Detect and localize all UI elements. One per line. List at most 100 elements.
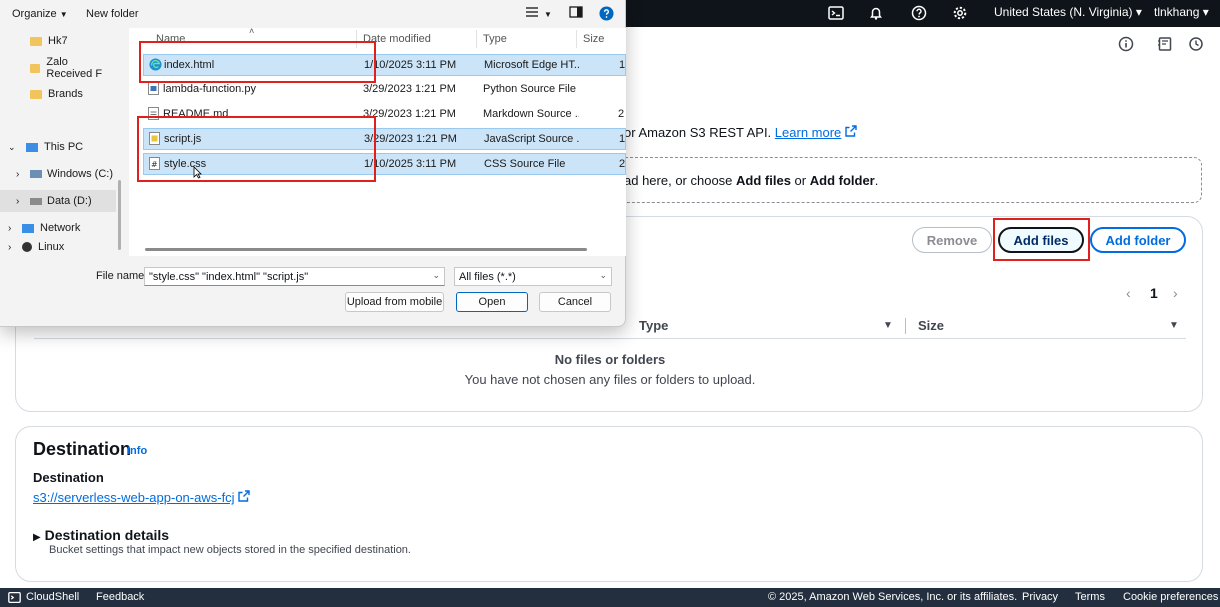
add-folder-button[interactable]: Add folder — [1090, 227, 1186, 253]
page-number[interactable]: 1 — [1150, 285, 1158, 301]
cancel-button[interactable]: Cancel — [539, 292, 611, 312]
file-row-style-css[interactable]: # style.css 1/10/2025 3:11 PM CSS Source… — [143, 153, 626, 175]
drop-zone-text: ad here, or choose Add files or Add fold… — [624, 173, 879, 188]
file-type-filter[interactable]: All files (*.*) ⌄ — [454, 267, 612, 286]
copyright-text: © 2025, Amazon Web Services, Inc. or its… — [768, 591, 1018, 603]
upload-from-mobile-button[interactable]: Upload from mobile — [345, 292, 444, 312]
footer: CloudShell Feedback © 2025, Amazon Web S… — [0, 588, 1220, 607]
info-link[interactable]: Info — [127, 445, 147, 457]
remove-button[interactable]: Remove — [912, 227, 992, 253]
preview-pane-icon[interactable] — [569, 6, 583, 21]
cloudshell-icon[interactable] — [826, 3, 846, 23]
pc-icon — [26, 142, 38, 152]
column-divider — [476, 30, 477, 48]
dialog-toolbar: Organize ▼ New folder ▼ — [0, 0, 626, 28]
nav-item-linux[interactable]: › Linux — [0, 240, 116, 254]
file-name-label: File name: — [96, 270, 148, 282]
sort-caret-icon[interactable]: ▼ — [1169, 320, 1179, 331]
nav-item-network[interactable]: › Network — [0, 217, 116, 239]
folder-icon — [30, 89, 42, 99]
column-header-date[interactable]: Date modified — [363, 33, 431, 45]
column-header-size[interactable]: Size — [918, 318, 944, 333]
chevron-down-icon: ▾ — [1202, 5, 1209, 19]
network-icon — [22, 223, 34, 233]
new-folder-button[interactable]: New folder — [86, 8, 139, 20]
file-row-lambda-function[interactable]: lambda-function.py 3/29/2023 1:21 PM Pyt… — [143, 79, 626, 101]
caret-right-icon: ▶ — [33, 532, 41, 543]
chevron-right-icon: › — [16, 195, 20, 207]
open-button[interactable]: Open — [456, 292, 528, 312]
file-list-pane: Name ˄ Date modified Type Size index.htm… — [129, 26, 626, 256]
chevron-down-icon: ▼ — [59, 10, 68, 19]
nav-item-zalo-received[interactable]: Zalo Received F — [0, 56, 116, 80]
external-link-icon — [238, 490, 250, 505]
column-header-type[interactable]: Type — [639, 318, 668, 333]
sort-up-icon: ˄ — [249, 26, 255, 36]
next-page-icon[interactable]: › — [1173, 285, 1178, 301]
cloudshell-footer-icon[interactable] — [8, 591, 21, 607]
cookie-preferences-link[interactable]: Cookie preferences — [1123, 591, 1218, 603]
nav-item-this-pc[interactable]: ⌄ This PC — [0, 136, 116, 158]
chevron-right-icon: › — [8, 222, 12, 234]
table-divider — [34, 338, 1186, 339]
column-header-size[interactable]: Size — [583, 33, 604, 45]
clock-icon[interactable] — [1188, 36, 1206, 54]
destination-heading: Destination — [33, 439, 132, 459]
region-selector[interactable]: United States (N. Virginia) ▾ — [994, 5, 1142, 19]
help-icon[interactable] — [909, 3, 929, 23]
feedback-link[interactable]: Feedback — [96, 591, 144, 603]
mouse-cursor-icon — [193, 166, 202, 182]
folder-icon — [30, 63, 41, 73]
chevron-down-icon[interactable]: ⌄ — [432, 270, 440, 281]
edge-icon — [149, 58, 162, 72]
bell-icon[interactable] — [866, 3, 886, 23]
cloudshell-link[interactable]: CloudShell — [26, 591, 79, 603]
file-row-script-js[interactable]: script.js 3/29/2023 1:21 PM JavaScript S… — [143, 128, 626, 150]
terms-link[interactable]: Terms — [1075, 591, 1105, 603]
destination-details-toggle[interactable]: ▶ Destination details — [33, 527, 169, 543]
bucket-link[interactable]: s3://serverless-web-app-on-aws-fcj — [33, 490, 250, 505]
help-icon[interactable] — [599, 6, 614, 24]
file-name-input[interactable]: "style.css" "index.html" "script.js" ⌄ — [144, 267, 445, 286]
folder-icon — [30, 36, 42, 46]
privacy-link[interactable]: Privacy — [1022, 591, 1058, 603]
drive-icon — [30, 197, 42, 205]
column-header-name[interactable]: Name — [156, 33, 185, 45]
nav-scrollbar[interactable] — [118, 180, 121, 250]
notes-icon[interactable] — [1157, 36, 1175, 54]
empty-state-subtitle: You have not chosen any files or folders… — [464, 372, 756, 387]
linux-icon — [22, 242, 32, 252]
column-divider — [905, 318, 906, 334]
nav-item-hk7[interactable]: Hk7 — [0, 30, 116, 52]
destination-details-description: Bucket settings that impact new objects … — [49, 544, 411, 556]
navigation-pane: Hk7 Zalo Received F Brands ⌄ This PC › Win… — [0, 28, 128, 256]
python-file-icon — [148, 82, 161, 96]
svg-text:#: # — [151, 160, 158, 169]
view-list-icon[interactable] — [525, 6, 539, 21]
js-file-icon — [149, 132, 162, 146]
destination-label: Destination — [33, 470, 104, 485]
nav-item-brands[interactable]: Brands — [0, 83, 116, 105]
nav-item-data-d[interactable]: › Data (D:) — [0, 190, 116, 212]
prev-page-icon[interactable]: ‹ — [1126, 285, 1131, 301]
nav-item-windows-c[interactable]: › Windows (C:) — [0, 163, 116, 185]
horizontal-scrollbar[interactable] — [145, 248, 587, 251]
account-menu[interactable]: tlnkhang ▾ — [1154, 5, 1209, 19]
column-divider — [356, 30, 357, 48]
add-files-button[interactable]: Add files — [998, 227, 1084, 253]
chevron-right-icon: › — [8, 241, 12, 253]
view-options-chevron-icon[interactable]: ▼ — [544, 10, 552, 19]
external-link-icon — [845, 125, 857, 140]
sort-caret-icon[interactable]: ▼ — [883, 320, 893, 331]
settings-icon[interactable] — [950, 3, 970, 23]
file-row-readme[interactable]: README.md 3/29/2023 1:21 PM Markdown Sou… — [143, 104, 626, 126]
chevron-down-icon: ⌄ — [8, 141, 16, 152]
empty-state-title: No files or folders — [554, 352, 666, 367]
file-row-index-html[interactable]: index.html 1/10/2025 3:11 PM Microsoft E… — [143, 54, 626, 76]
learn-more-link[interactable]: Learn more — [775, 125, 841, 140]
css-file-icon: # — [149, 157, 162, 171]
drive-icon — [30, 170, 42, 178]
info-circle-icon[interactable] — [1118, 36, 1136, 54]
organize-menu[interactable]: Organize ▼ — [12, 8, 68, 20]
column-header-type[interactable]: Type — [483, 33, 507, 45]
